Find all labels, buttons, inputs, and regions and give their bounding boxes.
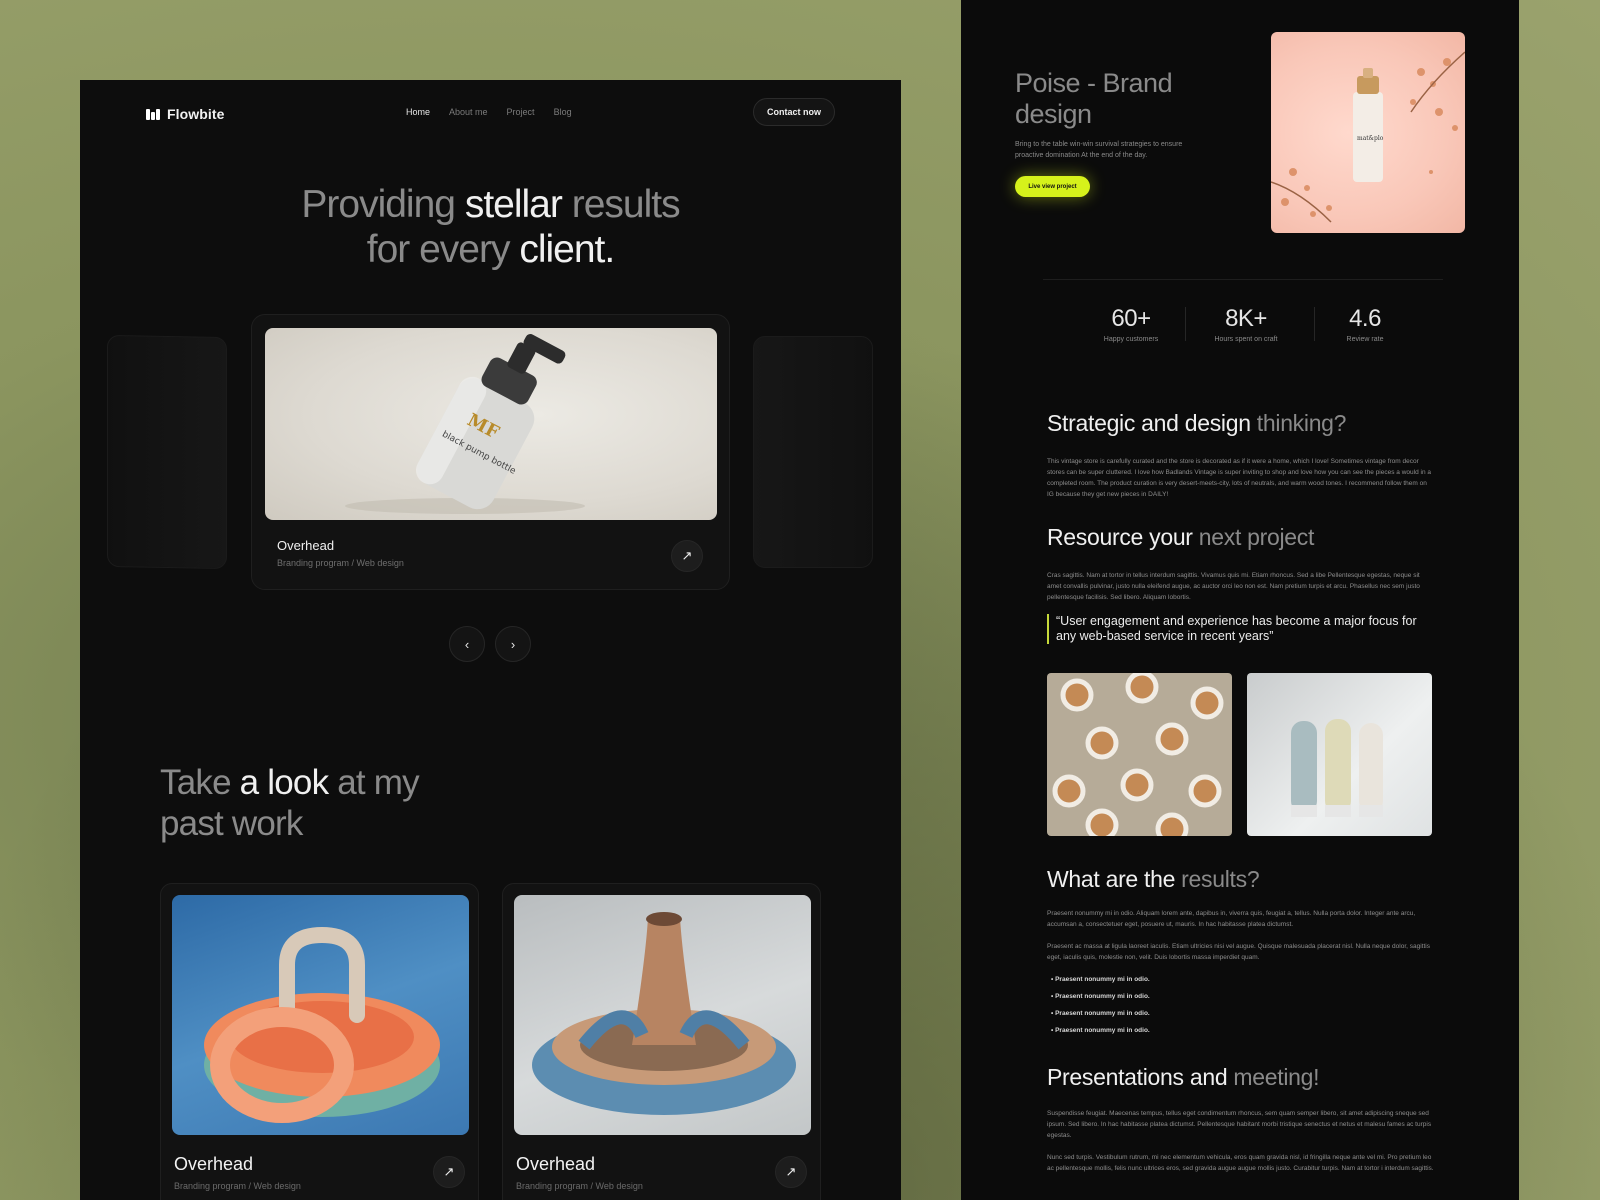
list-item: Praesent nonummy mi in odio. bbox=[1051, 976, 1150, 993]
chevron-right-icon: › bbox=[510, 636, 516, 652]
work-card[interactable]: Overhead Branding program / Web design ↗ bbox=[502, 883, 821, 1200]
section-title-resource: Resource your next project bbox=[1047, 524, 1315, 550]
featured-project-subtitle: Branding program / Web design bbox=[277, 558, 404, 568]
project-description: Bring to the table win-win survival stra… bbox=[1015, 141, 1183, 159]
stat-divider bbox=[1314, 307, 1315, 341]
project-detail-page: Poise - Brand design Bring to the table … bbox=[961, 0, 1519, 1200]
results-bullet-list: Praesent nonummy mi in odio. Praesent no… bbox=[1051, 976, 1150, 1044]
portfolio-home-page: Flowbite Home About me Project Blog Cont… bbox=[80, 80, 901, 1200]
section-text-strategic: This vintage store is carefully curated … bbox=[1047, 458, 1431, 498]
bottles-image bbox=[1247, 673, 1432, 836]
arrow-up-right-icon: ↗ bbox=[785, 1164, 797, 1179]
section-text-presentations-2: Nunc sed turpis. Vestibulum rutrum, mi n… bbox=[1047, 1154, 1434, 1172]
work-title: Overhead bbox=[174, 1154, 254, 1174]
open-work-button[interactable]: ↗ bbox=[433, 1156, 465, 1188]
brand-name: Flowbite bbox=[167, 106, 225, 122]
flowbite-logo-icon bbox=[146, 108, 161, 120]
live-view-project-button[interactable]: Live view project bbox=[1015, 176, 1090, 197]
nav-link-blog[interactable]: Blog bbox=[554, 107, 572, 117]
section-text-resource: Cras sagittis. Nam at tortor in tellus i… bbox=[1047, 572, 1420, 601]
nav-link-home[interactable]: Home bbox=[406, 107, 430, 117]
carousel-next-button[interactable]: › bbox=[495, 626, 531, 662]
jars-image bbox=[1047, 673, 1232, 836]
featured-project-title: Overhead bbox=[277, 538, 335, 553]
stat-happy-customers: 60+ Happy customers bbox=[1103, 305, 1159, 343]
brand-logo[interactable]: Flowbite bbox=[146, 106, 225, 122]
section-text-results-1: Praesent nonummy mi in odio. Aliquam lor… bbox=[1047, 910, 1416, 928]
open-project-button[interactable]: ↗ bbox=[671, 540, 703, 572]
arrow-up-right-icon: ↗ bbox=[681, 548, 693, 563]
divider bbox=[1043, 279, 1443, 280]
section-title-presentations: Presentations and meeting! bbox=[1047, 1064, 1320, 1090]
past-work-heading: Take a look at my past work bbox=[160, 763, 420, 843]
svg-text:mat&plo: mat&plo bbox=[1357, 135, 1384, 142]
arrow-up-right-icon: ↗ bbox=[443, 1164, 455, 1179]
stat-divider bbox=[1185, 307, 1186, 341]
project-title: Poise - Brand design bbox=[1015, 68, 1173, 129]
section-title-results: What are the results? bbox=[1047, 866, 1260, 892]
hero-heading: Providing stellar results for every clie… bbox=[301, 183, 680, 271]
section-text-results-2: Praesent ac massa at ligula laoreet iacu… bbox=[1047, 943, 1430, 961]
work-image bbox=[514, 895, 811, 1135]
nav-link-about[interactable]: About me bbox=[449, 107, 488, 117]
featured-project-card[interactable]: MF black pump bottle Overhead Branding p… bbox=[251, 314, 730, 590]
list-item: Praesent nonummy mi in odio. bbox=[1051, 1010, 1150, 1027]
list-item: Praesent nonummy mi in odio. bbox=[1051, 1027, 1150, 1044]
pump-bottle-image: MF black pump bottle bbox=[265, 328, 717, 520]
nav-link-project[interactable]: Project bbox=[507, 107, 535, 117]
top-navbar: Flowbite Home About me Project Blog Cont… bbox=[80, 80, 901, 144]
open-work-button[interactable]: ↗ bbox=[775, 1156, 807, 1188]
carousel-prev-card[interactable] bbox=[107, 334, 227, 570]
contact-now-button[interactable]: Contact now bbox=[753, 98, 835, 126]
list-item: Praesent nonummy mi in odio. bbox=[1051, 993, 1150, 1010]
work-subtitle: Branding program / Web design bbox=[516, 1181, 643, 1191]
work-subtitle: Branding program / Web design bbox=[174, 1181, 301, 1191]
section-title-strategic: Strategic and design thinking? bbox=[1047, 410, 1347, 436]
serum-bottle-image: mat&plo bbox=[1271, 32, 1465, 233]
carousel-prev-button[interactable]: ‹ bbox=[449, 626, 485, 662]
nav-links: Home About me Project Blog bbox=[406, 107, 572, 117]
chevron-left-icon: ‹ bbox=[464, 636, 470, 652]
work-card[interactable]: Overhead Branding program / Web design ↗ bbox=[160, 883, 479, 1200]
section-text-presentations-1: Suspendisse feugiat. Maecenas tempus, te… bbox=[1047, 1110, 1432, 1139]
stat-hours: 8K+ Hours spent on craft bbox=[1214, 305, 1278, 343]
work-image bbox=[172, 895, 469, 1135]
stat-review-rate: 4.6 Review rate bbox=[1346, 305, 1384, 343]
carousel-next-card[interactable] bbox=[753, 336, 873, 568]
pull-quote: “User engagement and experience has beco… bbox=[1047, 614, 1437, 644]
work-title: Overhead bbox=[516, 1154, 596, 1174]
